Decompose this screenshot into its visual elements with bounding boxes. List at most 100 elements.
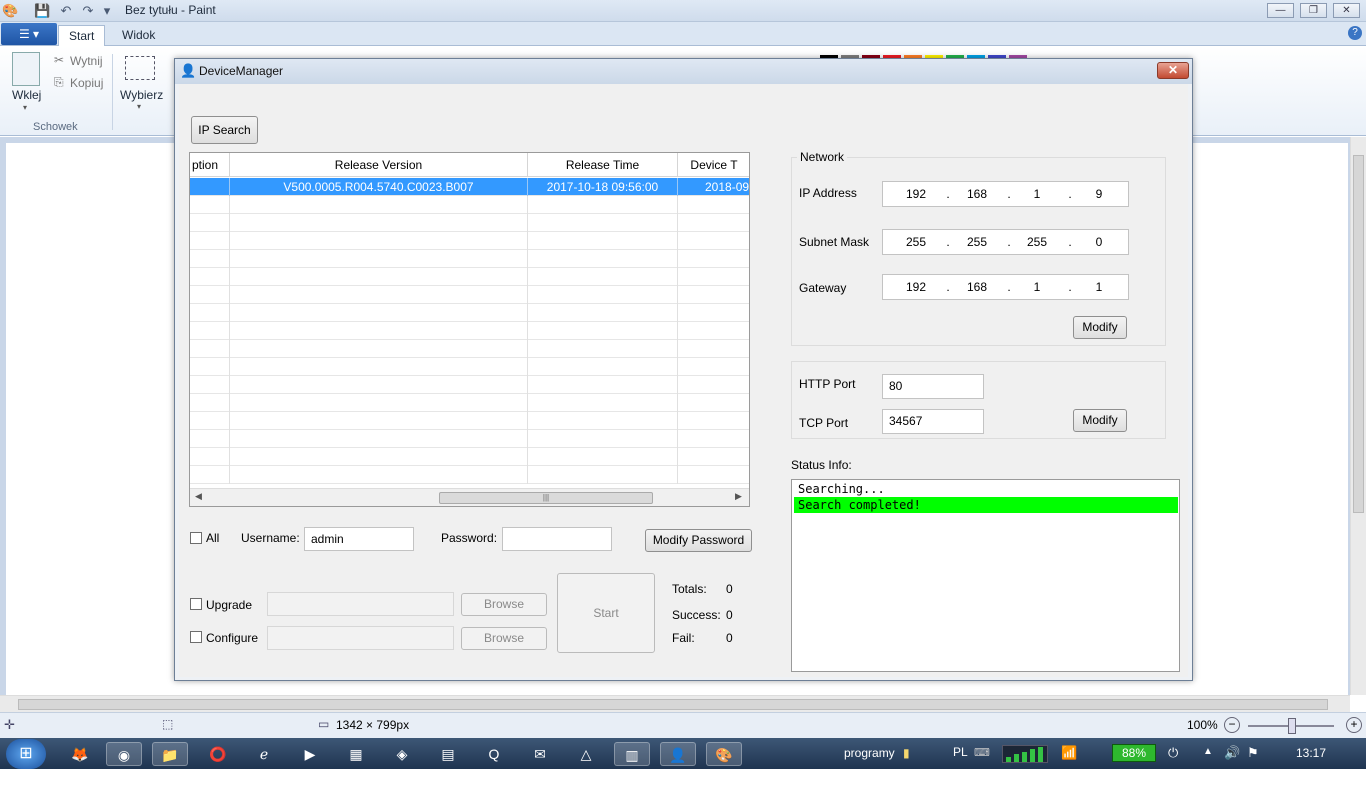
- totals-label: Totals:: [672, 582, 707, 596]
- tab-widok[interactable]: Widok: [112, 25, 165, 46]
- action-center-icon[interactable]: ⚑: [1247, 745, 1259, 761]
- select-icon[interactable]: [125, 56, 155, 80]
- start-button[interactable]: ⊞: [6, 739, 46, 769]
- table-scroll-thumb[interactable]: |||: [439, 492, 653, 504]
- upgrade-file-field[interactable]: [267, 592, 454, 616]
- all-checkbox[interactable]: [190, 532, 202, 544]
- username-field[interactable]: admin: [304, 527, 414, 551]
- select-dropdown-icon[interactable]: ▾: [137, 102, 141, 111]
- horizontal-scroll-thumb[interactable]: [18, 699, 1328, 710]
- table-empty-cell: [230, 268, 528, 286]
- column-header-release-version[interactable]: Release Version: [230, 153, 528, 177]
- paste-icon[interactable]: [12, 52, 40, 86]
- clipboard-group-label: Schowek: [33, 121, 78, 133]
- file-menu-button[interactable]: ☰ ▾: [1, 23, 57, 45]
- table-empty-cell: [230, 286, 528, 304]
- table-horizontal-scrollbar[interactable]: ◀ ||| ▶: [190, 488, 749, 506]
- zoom-in-button[interactable]: +: [1346, 717, 1362, 733]
- subnet-mask-field[interactable]: 255 . 255 . 255 . 0: [882, 229, 1129, 255]
- devicemanager-taskbar-icon[interactable]: 👤: [660, 742, 696, 766]
- configure-file-field[interactable]: [267, 626, 454, 650]
- table-empty-cell: [678, 286, 749, 304]
- ports-modify-button[interactable]: Modify: [1073, 409, 1127, 432]
- folder-icon[interactable]: ▮: [903, 746, 910, 760]
- network-modify-button[interactable]: Modify: [1073, 316, 1127, 339]
- column-header-device-type[interactable]: Device T: [678, 153, 749, 177]
- column-header-description[interactable]: ption: [190, 153, 230, 177]
- language-indicator[interactable]: PL: [953, 745, 968, 759]
- minimize-button[interactable]: —: [1267, 3, 1294, 18]
- tab-start[interactable]: Start: [58, 25, 106, 46]
- column-header-release-time[interactable]: Release Time: [528, 153, 678, 177]
- power-plug-icon[interactable]: ⏻: [1168, 745, 1178, 761]
- ip-dot: .: [1068, 187, 1072, 201]
- app-icon-3[interactable]: Q: [476, 742, 512, 766]
- totals-value: 0: [726, 582, 733, 596]
- gateway-field[interactable]: 192 . 168 . 1 . 1: [882, 274, 1129, 300]
- zoom-slider-thumb[interactable]: [1288, 718, 1296, 734]
- table-empty-cell: [230, 196, 528, 214]
- table-row[interactable]: V500.0005.R004.5740.C0023.B007 2017-10-1…: [190, 178, 749, 196]
- battery-indicator[interactable]: 88%: [1112, 744, 1156, 762]
- ip-octet: 192: [905, 187, 927, 201]
- paint-taskbar-icon[interactable]: 🎨: [706, 742, 742, 766]
- opera-icon[interactable]: ⭕: [200, 742, 236, 766]
- signal-strength-icon[interactable]: [1002, 745, 1048, 763]
- file-explorer-icon[interactable]: 📁: [152, 742, 188, 766]
- ip-search-button[interactable]: IP Search: [191, 116, 258, 144]
- start-button[interactable]: Start: [557, 573, 655, 653]
- upgrade-browse-button[interactable]: Browse: [461, 593, 547, 616]
- copy-button[interactable]: Kopiuj: [70, 76, 103, 90]
- http-port-field[interactable]: 80: [882, 374, 984, 399]
- paste-dropdown-icon[interactable]: ▾: [23, 103, 27, 112]
- clock[interactable]: 13:17: [1296, 746, 1326, 760]
- modify-password-button[interactable]: Modify Password: [645, 529, 752, 552]
- app-icon-4[interactable]: △: [568, 742, 604, 766]
- paste-button[interactable]: Wklej: [12, 88, 41, 102]
- paint-app-icon[interactable]: 🎨: [2, 3, 18, 19]
- table-empty-cell: [678, 430, 749, 448]
- configure-checkbox[interactable]: [190, 631, 202, 643]
- winrar-icon[interactable]: ▥: [614, 742, 650, 766]
- redo-icon[interactable]: ↷: [80, 3, 96, 19]
- scroll-left-icon[interactable]: ◀: [195, 491, 202, 502]
- ip-address-field[interactable]: 192 . 168 . 1 . 9: [882, 181, 1129, 207]
- app-icon-2[interactable]: ◈: [384, 742, 420, 766]
- volume-icon[interactable]: 🔊: [1224, 745, 1240, 761]
- configure-browse-button[interactable]: Browse: [461, 627, 547, 650]
- devicemanager-close-button[interactable]: ✕: [1157, 62, 1189, 79]
- tcp-port-field[interactable]: 34567: [882, 409, 984, 434]
- gateway-octet: 1: [1033, 280, 1041, 294]
- password-field[interactable]: [502, 527, 612, 551]
- vertical-scroll-thumb[interactable]: [1353, 155, 1364, 513]
- quick-access-dropdown-icon[interactable]: ▾: [99, 3, 115, 19]
- table-empty-cell: [528, 232, 678, 250]
- help-icon[interactable]: ?: [1348, 26, 1362, 40]
- select-button[interactable]: Wybierz: [120, 88, 163, 102]
- media-player-icon[interactable]: ▶: [292, 742, 328, 766]
- wireless-icon[interactable]: 📶: [1061, 745, 1077, 761]
- restore-button[interactable]: ❐: [1300, 3, 1327, 18]
- vertical-scrollbar[interactable]: [1350, 137, 1366, 695]
- table-empty-cell: [678, 268, 749, 286]
- undo-icon[interactable]: ↶: [58, 3, 74, 19]
- outlook-icon[interactable]: ✉: [522, 742, 558, 766]
- show-hidden-icons[interactable]: ▲: [1203, 746, 1213, 757]
- chrome-icon[interactable]: ◉: [106, 742, 142, 766]
- table-empty-cell: [230, 376, 528, 394]
- status-info-label: Status Info:: [791, 458, 852, 472]
- close-window-button[interactable]: ✕: [1333, 3, 1360, 18]
- keyboard-icon[interactable]: ⌨: [974, 746, 990, 759]
- firefox-icon[interactable]: 🦊: [62, 742, 98, 766]
- horizontal-scrollbar[interactable]: [0, 695, 1350, 712]
- app-icon-1[interactable]: ▦: [338, 742, 374, 766]
- zoom-out-button[interactable]: −: [1224, 717, 1240, 733]
- cut-button[interactable]: Wytnij: [70, 54, 103, 68]
- table-empty-cell: [230, 340, 528, 358]
- upgrade-checkbox[interactable]: [190, 598, 202, 610]
- scroll-right-icon[interactable]: ▶: [735, 491, 742, 502]
- toolbar-label[interactable]: programy: [844, 746, 895, 760]
- save-icon[interactable]: 💾: [34, 3, 50, 19]
- calculator-icon[interactable]: ▤: [430, 742, 466, 766]
- internet-explorer-icon[interactable]: ℯ: [246, 742, 282, 766]
